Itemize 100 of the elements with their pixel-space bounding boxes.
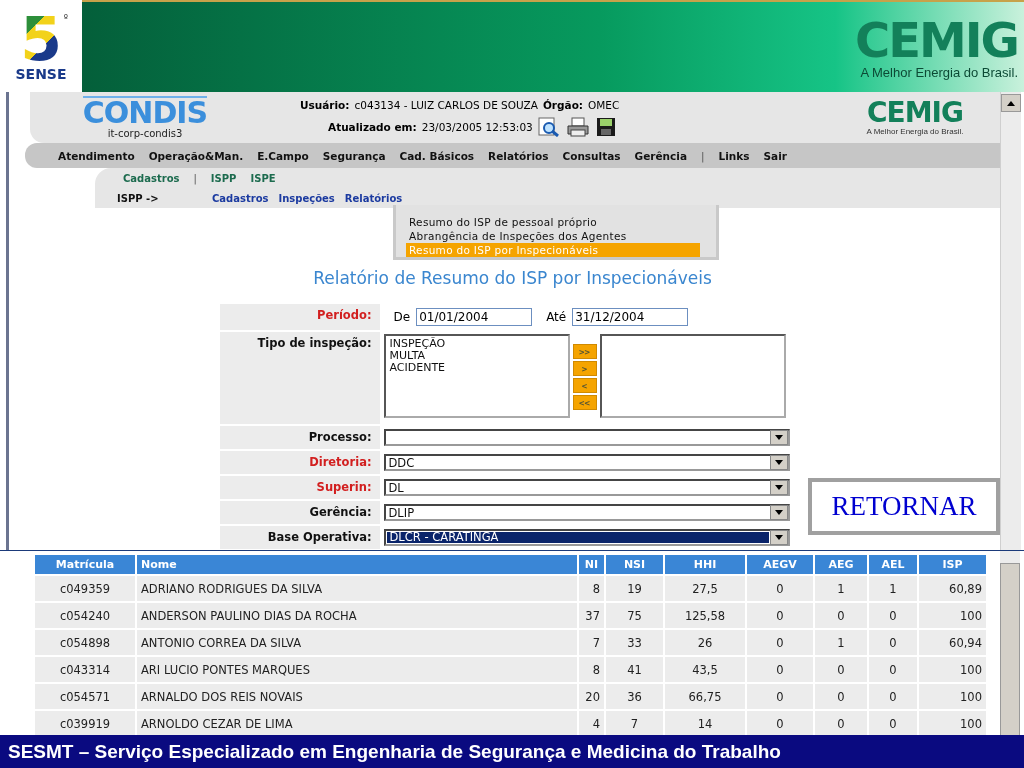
available-list[interactable]: INSPEÇÃO MULTA ACIDENTE bbox=[383, 334, 570, 418]
date-field[interactable]: 01/01/2004 bbox=[416, 308, 533, 326]
preview-icon[interactable] bbox=[537, 116, 560, 137]
table-cell: c049359 bbox=[35, 576, 135, 601]
org-value: OMEC bbox=[588, 98, 620, 111]
menu-item[interactable]: Atendimento bbox=[58, 149, 135, 162]
user-label: Usuário: bbox=[300, 98, 350, 111]
table-cell: c054571 bbox=[35, 684, 135, 709]
menu-item[interactable]: Cad. Básicos bbox=[399, 149, 475, 162]
updated-label: Atualizado em: bbox=[328, 120, 417, 133]
table-cell: c039919 bbox=[35, 711, 135, 735]
field-label: Tipo de inspeção: bbox=[219, 332, 380, 424]
menu-item[interactable]: Operação&Man. bbox=[148, 149, 244, 162]
field-label: Diretoria: bbox=[219, 451, 380, 474]
column-header[interactable]: NSI bbox=[606, 555, 663, 574]
table-cell: 0 bbox=[747, 603, 813, 628]
select-field[interactable] bbox=[383, 429, 790, 446]
table-cell: 33 bbox=[606, 630, 663, 655]
table-cell: 0 bbox=[815, 684, 867, 709]
selected-list[interactable] bbox=[599, 334, 786, 418]
column-header[interactable]: Matrícula bbox=[35, 555, 135, 574]
table-cell: 0 bbox=[747, 657, 813, 682]
table-cell: ADRIANO RODRIGUES DA SILVA bbox=[137, 576, 577, 601]
table-cell: 27,5 bbox=[665, 576, 745, 601]
brand-name: CEMIG bbox=[867, 99, 963, 127]
table-cell: ARNALDO DOS REIS NOVAIS bbox=[137, 684, 577, 709]
table-cell: 0 bbox=[869, 711, 917, 735]
scrollbar[interactable] bbox=[1000, 92, 1021, 550]
field-label: Processo: bbox=[219, 426, 380, 449]
move-button[interactable]: > bbox=[572, 361, 597, 376]
column-header[interactable]: NI bbox=[579, 555, 604, 574]
column-header[interactable]: AEG bbox=[815, 555, 867, 574]
org-label: Órgão: bbox=[542, 98, 584, 111]
arrow-up-icon[interactable] bbox=[1007, 100, 1015, 106]
menu-item[interactable]: Gerência bbox=[634, 149, 687, 162]
menu-option[interactable]: Resumo do ISP de pessoal próprio bbox=[406, 215, 700, 229]
select-field[interactable]: DL bbox=[383, 479, 790, 496]
table-cell: ARI LUCIO PONTES MARQUES bbox=[137, 657, 577, 682]
submenu-item[interactable]: Cadastros bbox=[123, 172, 180, 184]
table-cell: 26 bbox=[665, 630, 745, 655]
menu-option[interactable]: Abrangência de Inspeções dos Agentes bbox=[406, 229, 700, 243]
table-cell: c054898 bbox=[35, 630, 135, 655]
menu-item[interactable]: Segurança bbox=[322, 149, 386, 162]
table-cell: 7 bbox=[606, 711, 663, 735]
submenu-item[interactable]: ISPP bbox=[210, 172, 237, 184]
table-cell: 75 bbox=[606, 603, 663, 628]
move-button[interactable]: < bbox=[572, 378, 597, 393]
column-header[interactable]: AEL bbox=[869, 555, 917, 574]
brand-tagline: A Melhor Energia do Brasil. bbox=[860, 64, 1018, 80]
user-name: c043134 - LUIZ CARLOS DE SOUZA bbox=[354, 98, 538, 111]
select-field[interactable]: DLCR - CARATINGA bbox=[383, 529, 790, 546]
table-cell: 14 bbox=[665, 711, 745, 735]
table-cell: 100 bbox=[919, 711, 986, 735]
table-cell: 36 bbox=[606, 684, 663, 709]
menu-item[interactable]: Sair bbox=[763, 149, 787, 162]
print-icon[interactable] bbox=[565, 116, 590, 137]
column-header[interactable]: ISP bbox=[919, 555, 986, 574]
table-cell: c054240 bbox=[35, 603, 135, 628]
footer-caption: SESMT – Serviço Especializado em Engenharia de Segurança e Medicina do Trabalho bbox=[0, 735, 1024, 768]
menu-item[interactable]: E.Campo bbox=[257, 149, 309, 162]
section-label: ISPP -> bbox=[117, 192, 160, 204]
table-cell: 37 bbox=[579, 603, 604, 628]
column-header[interactable]: Nome bbox=[137, 555, 577, 574]
menu-item[interactable]: Links bbox=[718, 149, 750, 162]
move-button[interactable]: << bbox=[572, 395, 597, 410]
table-cell: 7 bbox=[579, 630, 604, 655]
select-field[interactable]: DLIP bbox=[383, 504, 790, 521]
table-cell: 100 bbox=[919, 684, 986, 709]
table-cell: 100 bbox=[919, 603, 986, 628]
column-header[interactable]: AEGV bbox=[747, 555, 813, 574]
save-icon[interactable] bbox=[595, 116, 616, 137]
field-label: Superin: bbox=[219, 476, 380, 499]
menu-item[interactable]: Consultas bbox=[562, 149, 621, 162]
return-button[interactable]: RETORNAR bbox=[808, 478, 1000, 535]
table-cell: 66,75 bbox=[665, 684, 745, 709]
scrollbar[interactable] bbox=[1000, 551, 1020, 735]
table-cell: ANDERSON PAULINO DIAS DA ROCHA bbox=[137, 603, 577, 628]
table-cell: 125,58 bbox=[665, 603, 745, 628]
ordinal-mark: º bbox=[63, 13, 68, 23]
table-cell: 0 bbox=[869, 684, 917, 709]
menu-separator: | bbox=[193, 172, 197, 184]
table-cell: 1 bbox=[869, 576, 917, 601]
field-label: Período: bbox=[219, 304, 380, 330]
move-button[interactable]: >> bbox=[572, 344, 597, 359]
submenu-item[interactable]: Relatórios bbox=[344, 192, 403, 204]
submenu-item[interactable]: Inspeções bbox=[278, 192, 335, 204]
table-cell: 60,94 bbox=[919, 630, 986, 655]
table-cell: ANTONIO CORREA DA SILVA bbox=[137, 630, 577, 655]
select-field[interactable]: DDC bbox=[383, 454, 790, 471]
date-field[interactable]: 31/12/2004 bbox=[572, 308, 689, 326]
table-cell: 43,5 bbox=[665, 657, 745, 682]
table-cell: 0 bbox=[869, 603, 917, 628]
table-cell: 0 bbox=[747, 576, 813, 601]
logo-name: SENSE bbox=[15, 67, 67, 81]
menu-item[interactable]: Relatórios bbox=[488, 149, 549, 162]
submenu-item[interactable]: Cadastros bbox=[212, 192, 269, 204]
server-name: it-corp-condis3 bbox=[107, 128, 183, 139]
column-header[interactable]: HHI bbox=[665, 555, 745, 574]
submenu-item[interactable]: ISPE bbox=[250, 172, 276, 184]
to-label: Até bbox=[546, 310, 567, 324]
